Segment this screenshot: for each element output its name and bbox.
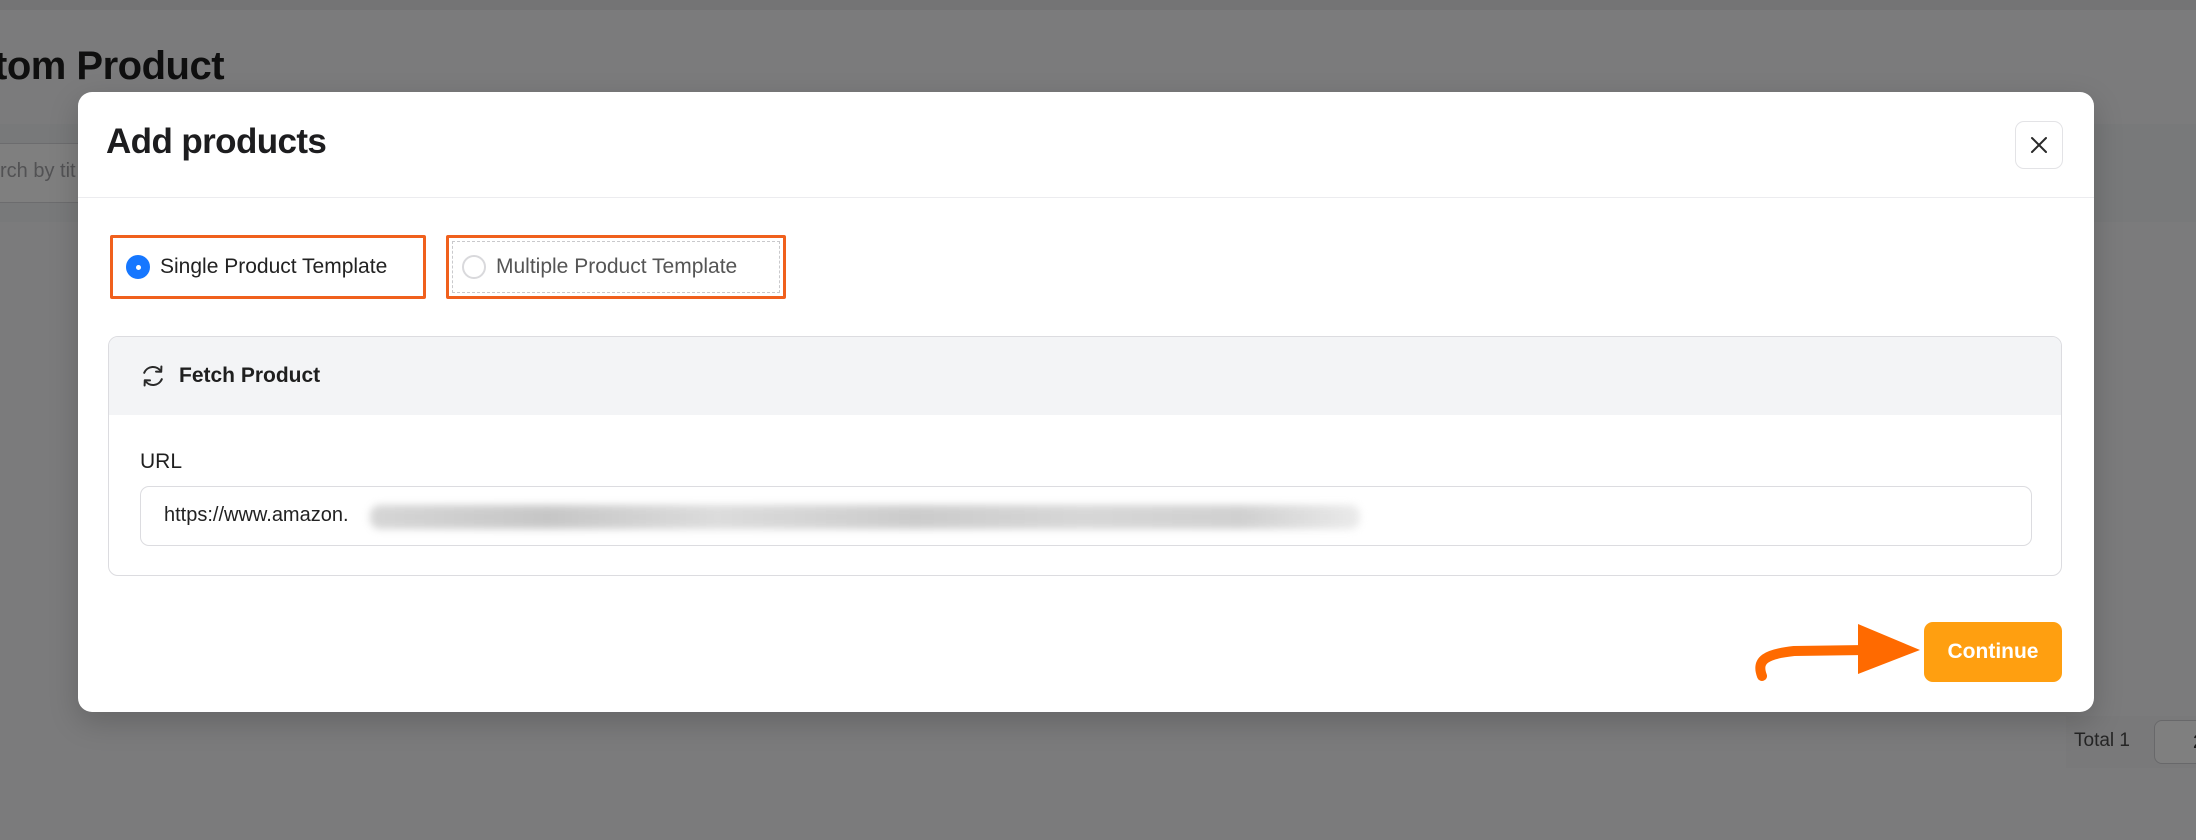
url-input-value: https://www.amazon. (164, 504, 349, 526)
single-product-label: Single Product Template (160, 255, 388, 278)
multiple-product-label: Multiple Product Template (496, 255, 738, 278)
single-product-radio[interactable] (126, 255, 150, 279)
multiple-product-template-option[interactable]: Multiple Product Template (446, 235, 786, 299)
pointer-arrow-icon (1755, 624, 1920, 681)
close-icon (2031, 137, 2047, 153)
multiple-product-radio[interactable] (462, 255, 486, 279)
add-products-modal: Add products Single Product Template Mul… (78, 92, 2094, 712)
modal-header: Add products (78, 92, 2094, 198)
continue-button[interactable]: Continue (1924, 622, 2062, 682)
close-button[interactable] (2015, 121, 2063, 169)
fetch-product-card: Fetch Product URL https://www.amazon. (108, 336, 2062, 576)
refresh-icon (143, 365, 163, 387)
url-label: URL (140, 450, 183, 473)
url-input[interactable]: https://www.amazon. (140, 486, 2032, 546)
redacted-url-blur (370, 505, 1360, 529)
modal-title: Add products (106, 122, 327, 161)
fetch-product-header: Fetch Product (109, 337, 2061, 415)
single-product-template-option[interactable]: Single Product Template (110, 235, 426, 299)
fetch-product-title: Fetch Product (179, 364, 321, 387)
